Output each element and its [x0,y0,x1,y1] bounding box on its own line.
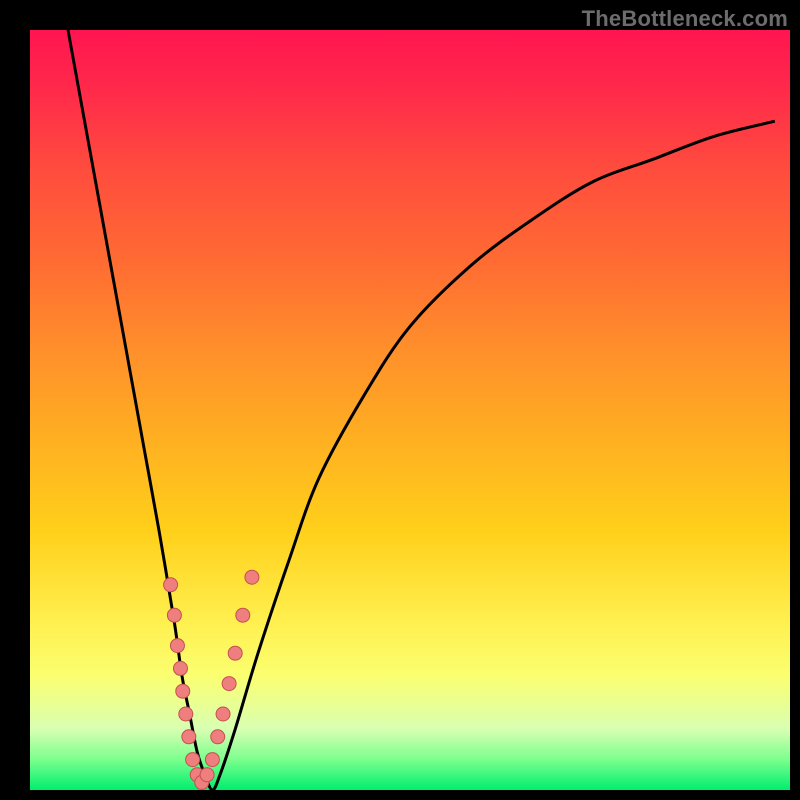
marker-group [164,570,259,789]
curve-marker [167,608,181,622]
curve-marker [170,639,184,653]
chart-frame: TheBottleneck.com [0,0,800,800]
curve-marker [216,707,230,721]
curve-marker [176,684,190,698]
curve-marker [164,578,178,592]
chart-plot-area [30,30,790,790]
curve-marker [173,661,187,675]
curve-marker [245,570,259,584]
curve-marker [186,753,200,767]
curve-marker [205,753,219,767]
curve-marker [236,608,250,622]
curve-marker [228,646,242,660]
chart-svg [30,30,790,790]
curve-marker [211,730,225,744]
curve-marker [182,730,196,744]
watermark-label: TheBottleneck.com [582,6,788,32]
curve-marker [179,707,193,721]
curve-marker [222,677,236,691]
curve-marker [200,768,214,782]
bottleneck-curve-path [68,30,775,790]
